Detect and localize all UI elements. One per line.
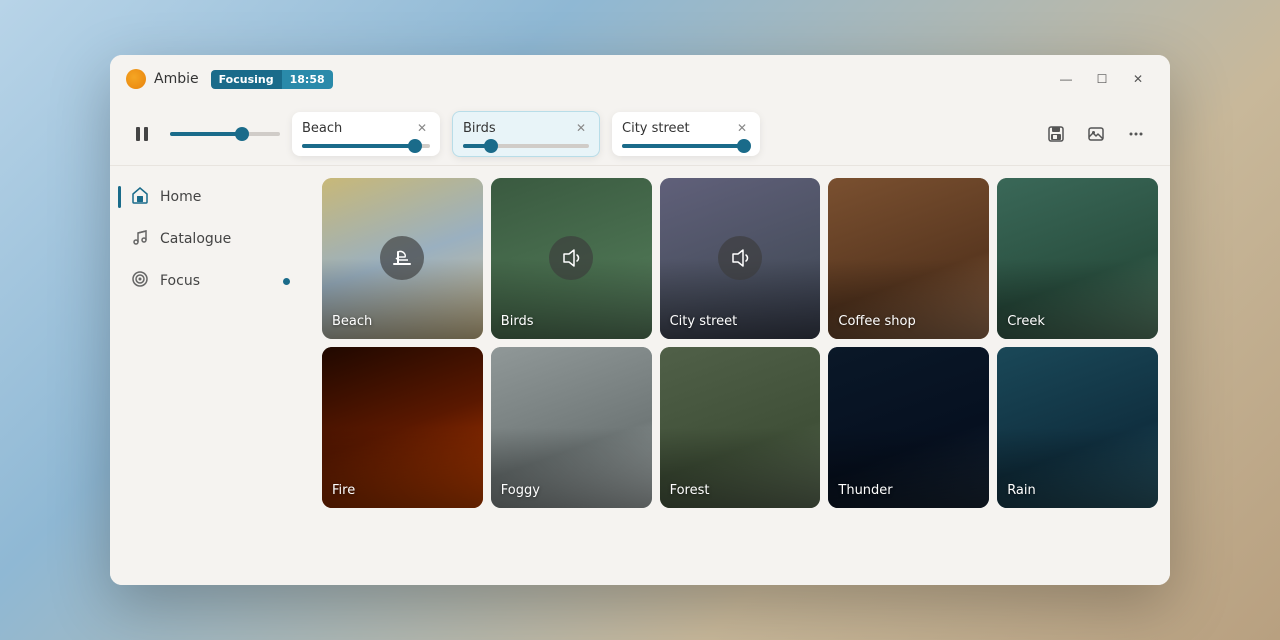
chip-citystreet-thumb[interactable] bbox=[737, 139, 751, 153]
chip-beach-thumb[interactable] bbox=[408, 139, 422, 153]
chip-beach-name: Beach bbox=[302, 121, 342, 136]
coffeeshop-label: Coffee shop bbox=[838, 314, 915, 329]
sound-card-rain[interactable]: Rain bbox=[997, 347, 1158, 508]
master-slider-thumb[interactable] bbox=[235, 127, 249, 141]
pause-icon bbox=[132, 124, 152, 144]
home-label: Home bbox=[160, 189, 201, 205]
birds-play-icon bbox=[549, 236, 593, 280]
app-icon bbox=[126, 69, 146, 89]
home-icon bbox=[130, 186, 150, 208]
creek-label: Creek bbox=[1007, 314, 1045, 329]
sound-card-thunder[interactable]: Thunder bbox=[828, 347, 989, 508]
chip-beach-fill bbox=[302, 144, 415, 148]
maximize-button[interactable]: ☐ bbox=[1086, 65, 1118, 93]
sound-chip-birds: Birds ✕ bbox=[452, 111, 600, 157]
sound-chip-citystreet: City street ✕ bbox=[612, 112, 760, 156]
speaker-icon bbox=[560, 247, 582, 269]
chip-citystreet-fill bbox=[622, 144, 744, 148]
sound-card-forest[interactable]: Forest bbox=[660, 347, 821, 508]
citystreet-label: City street bbox=[670, 314, 738, 329]
catalogue-icon bbox=[130, 228, 150, 250]
master-volume-control bbox=[170, 132, 280, 136]
image-icon bbox=[1087, 125, 1105, 143]
app-name: Ambie bbox=[154, 71, 199, 87]
foggy-label: Foggy bbox=[501, 483, 540, 498]
chip-beach-close[interactable]: ✕ bbox=[414, 120, 430, 136]
chip-citystreet-slider[interactable] bbox=[622, 144, 750, 148]
focus-dot bbox=[283, 278, 290, 285]
rain-label: Rain bbox=[1007, 483, 1036, 498]
save-button[interactable] bbox=[1038, 116, 1074, 152]
master-slider[interactable] bbox=[170, 132, 280, 136]
app-window: Ambie Focusing 18:58 — ☐ ✕ Beach bbox=[110, 55, 1170, 585]
save-icon bbox=[1047, 125, 1065, 143]
minimize-button[interactable]: — bbox=[1050, 65, 1082, 93]
sound-card-birds[interactable]: Birds bbox=[491, 178, 652, 339]
sound-grid-area: Beach Birds bbox=[310, 166, 1170, 585]
sound-card-foggy[interactable]: Foggy bbox=[491, 347, 652, 508]
beach-label: Beach bbox=[332, 314, 372, 329]
more-button[interactable] bbox=[1118, 116, 1154, 152]
close-button[interactable]: ✕ bbox=[1122, 65, 1154, 93]
sound-card-beach[interactable]: Beach bbox=[322, 178, 483, 339]
sound-chip-beach: Beach ✕ bbox=[292, 112, 440, 156]
sound-card-creek[interactable]: Creek bbox=[997, 178, 1158, 339]
chip-citystreet-name: City street bbox=[622, 121, 690, 136]
sidebar-item-focus[interactable]: Focus bbox=[118, 262, 302, 300]
master-slider-fill bbox=[170, 132, 242, 136]
more-icon bbox=[1127, 125, 1145, 143]
birds-label: Birds bbox=[501, 314, 534, 329]
main-content: Home Catalogue bbox=[110, 166, 1170, 585]
sidebar-item-home[interactable]: Home bbox=[118, 178, 302, 216]
thunder-label: Thunder bbox=[838, 483, 892, 498]
sidebar-item-catalogue[interactable]: Catalogue bbox=[118, 220, 302, 258]
sound-grid: Beach Birds bbox=[322, 178, 1158, 508]
focus-icon bbox=[130, 270, 150, 292]
chip-birds-close[interactable]: ✕ bbox=[573, 120, 589, 136]
toolbar: Beach ✕ Birds ✕ City street ✕ bbox=[110, 103, 1170, 166]
catalogue-label: Catalogue bbox=[160, 231, 231, 247]
window-controls: — ☐ ✕ bbox=[1050, 65, 1154, 93]
focus-badge: Focusing bbox=[211, 70, 282, 89]
sound-card-fire[interactable]: Fire bbox=[322, 347, 483, 508]
sound-card-coffeeshop[interactable]: Coffee shop bbox=[828, 178, 989, 339]
sidebar: Home Catalogue bbox=[110, 166, 310, 585]
citystreet-play-icon bbox=[718, 236, 762, 280]
chip-birds-name: Birds bbox=[463, 121, 496, 136]
focus-label: Focus bbox=[160, 273, 200, 289]
sound-card-citystreet[interactable]: City street bbox=[660, 178, 821, 339]
fire-label: Fire bbox=[332, 483, 355, 498]
forest-label: Forest bbox=[670, 483, 710, 498]
play-pause-button[interactable] bbox=[126, 118, 158, 150]
image-button[interactable] bbox=[1078, 116, 1114, 152]
chip-citystreet-close[interactable]: ✕ bbox=[734, 120, 750, 136]
beach-play-icon bbox=[380, 236, 424, 280]
chip-beach-slider[interactable] bbox=[302, 144, 430, 148]
chip-birds-thumb[interactable] bbox=[484, 139, 498, 153]
chip-birds-slider[interactable] bbox=[463, 144, 589, 148]
focus-time: 18:58 bbox=[282, 70, 333, 89]
toolbar-actions bbox=[1038, 116, 1154, 152]
title-bar: Ambie Focusing 18:58 — ☐ ✕ bbox=[110, 55, 1170, 103]
